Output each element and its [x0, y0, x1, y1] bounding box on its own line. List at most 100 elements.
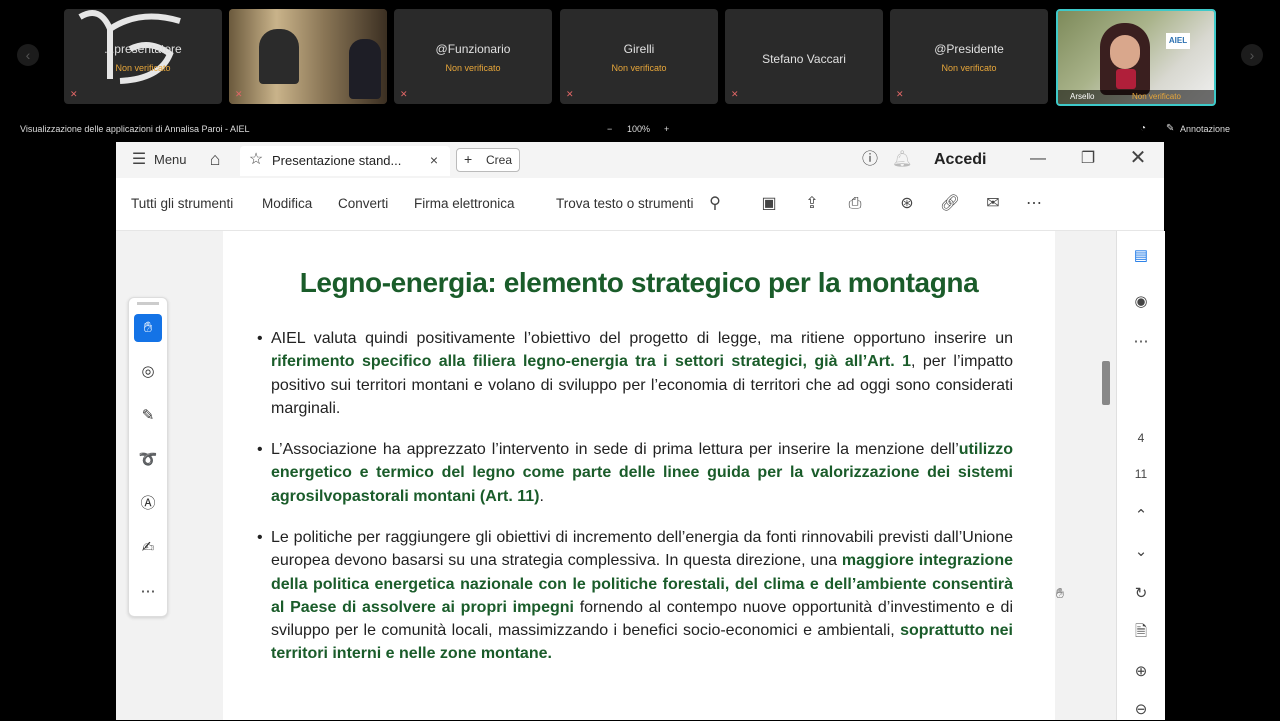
- participant-name: ...presentatore: [104, 42, 182, 56]
- print-icon[interactable]: ⎙: [844, 194, 866, 214]
- total-pages: 11: [1134, 467, 1148, 481]
- pdf-page: Legno-energia: elemento strategico per l…: [223, 231, 1055, 720]
- convert-button[interactable]: Converti: [338, 196, 388, 211]
- zoom-in-icon[interactable]: ⊕: [1129, 661, 1153, 683]
- vertical-scrollbar-thumb[interactable]: [1102, 361, 1110, 405]
- strip-prev-arrow[interactable]: ‹: [17, 44, 39, 66]
- refresh-icon[interactable]: ↻: [1129, 583, 1153, 605]
- ai-assistant-icon[interactable]: ⊛: [896, 194, 918, 214]
- edit-button[interactable]: Modifica: [262, 196, 312, 211]
- zoom-in-button[interactable]: +: [664, 124, 669, 134]
- search-icon[interactable]: ⚲: [704, 194, 726, 214]
- bullet-marker: •: [257, 529, 263, 546]
- participant-tile-video[interactable]: ✕: [229, 9, 387, 104]
- draw-tool-icon[interactable]: ➰: [134, 446, 162, 474]
- participant-tile[interactable]: @Funzionario Non verificato ✕: [394, 9, 552, 104]
- mic-muted-icon: ✕: [566, 89, 574, 99]
- strip-next-arrow[interactable]: ›: [1241, 44, 1263, 66]
- tab-title: Presentazione stand...: [272, 153, 402, 168]
- create-button[interactable]: + Crea: [456, 148, 520, 172]
- left-tool-palette: ✋︎ ◎ ✎ ➰ Ⓐ ✍︎ ⋯: [128, 297, 168, 617]
- bullet-marker: •: [257, 330, 263, 347]
- aiel-logo: AIEL: [1166, 33, 1190, 49]
- highlight-tool-icon[interactable]: ✎: [134, 402, 162, 430]
- create-label: Crea: [486, 153, 513, 167]
- link-icon[interactable]: 🔗︎: [939, 194, 961, 214]
- bullet-paragraph-2: • L’Associazione ha apprezzato l’interve…: [257, 438, 1013, 508]
- menu-button[interactable]: Menu: [154, 152, 187, 167]
- mic-muted-icon: ✕: [400, 89, 408, 99]
- sign-in-button[interactable]: Accedi: [934, 151, 986, 169]
- highlight-run: riferimento specifico alla filiera legno…: [271, 353, 912, 371]
- text-run: AIEL valuta quindi positivamente l’obiet…: [271, 330, 1013, 347]
- bullet-marker: •: [257, 441, 263, 458]
- mic-muted-icon: ✕: [70, 89, 78, 99]
- comment-tool-icon[interactable]: ◎: [134, 358, 162, 386]
- mic-muted-icon: ✕: [235, 89, 243, 99]
- participant-name: @Funzionario: [435, 42, 511, 56]
- participant-status: Non verificato: [1132, 92, 1181, 101]
- comments-icon[interactable]: ◉: [1129, 291, 1153, 313]
- more-tools-icon[interactable]: ⋯: [134, 578, 162, 606]
- text-tool-icon[interactable]: Ⓐ: [134, 490, 162, 518]
- tools-toolbar: Tutti gli strumenti Modifica Converti Fi…: [116, 178, 1164, 231]
- person-face: [1110, 35, 1140, 69]
- minimize-icon[interactable]: —: [1028, 149, 1048, 169]
- esign-button[interactable]: Firma elettronica: [414, 196, 515, 211]
- participant-name: Girelli: [623, 42, 655, 56]
- cloud-upload-icon[interactable]: ⇪: [801, 194, 823, 214]
- zoom-level: 100%: [627, 124, 651, 134]
- zoom-out-button[interactable]: −: [607, 124, 612, 134]
- help-icon[interactable]: ◔: [1140, 123, 1146, 134]
- page-view-icon[interactable]: ▣: [758, 194, 780, 214]
- close-window-icon[interactable]: ✕: [1128, 148, 1148, 168]
- annotation-button[interactable]: Annotazione: [1180, 124, 1230, 134]
- participant-tile[interactable]: @Presidente Non verificato ✕: [890, 9, 1048, 104]
- person-silhouette: [259, 29, 299, 84]
- home-icon[interactable]: ⌂: [204, 149, 226, 169]
- current-page-number[interactable]: 4: [1129, 427, 1153, 449]
- plus-icon: +: [464, 151, 473, 167]
- participant-status: Non verificato: [445, 63, 501, 73]
- sign-tool-icon[interactable]: ✍︎: [134, 534, 162, 562]
- hand-cursor-icon: ✋︎: [1056, 585, 1064, 601]
- palette-drag-handle[interactable]: [137, 302, 159, 305]
- right-rail: ▤ ◉ ⋯ 4 11 ⌃ ⌄ ↻ 🗎︎ ⊕ ⊖: [1116, 231, 1165, 720]
- bell-icon[interactable]: 🔔︎: [892, 150, 912, 170]
- star-icon[interactable]: ☆: [246, 150, 266, 170]
- zoom-out-icon[interactable]: ⊖: [1129, 699, 1153, 721]
- all-tools-button[interactable]: Tutti gli strumenti: [131, 196, 233, 211]
- participant-name: Arsello: [1070, 92, 1095, 101]
- close-tab-icon[interactable]: ×: [426, 150, 442, 170]
- share-status-bar: Visualizzazione delle applicazioni di An…: [0, 120, 1280, 140]
- document-tab[interactable]: ☆ Presentazione stand... ×: [240, 146, 450, 176]
- mic-muted-icon: ✕: [731, 89, 739, 99]
- pdf-viewer-window: ☰ Menu ⌂ ☆ Presentazione stand... × + Cr…: [116, 142, 1165, 720]
- person-clothing: [1116, 69, 1136, 89]
- title-bar: ☰ Menu ⌂ ☆ Presentazione stand... × + Cr…: [116, 142, 1164, 178]
- more-options-icon[interactable]: ⋯: [1023, 194, 1045, 214]
- participant-status: Non verificato: [611, 63, 667, 73]
- more-options-icon[interactable]: ⋯: [1129, 331, 1153, 353]
- generative-summary-icon[interactable]: ▤: [1129, 245, 1153, 267]
- restore-icon[interactable]: ❐: [1078, 149, 1098, 169]
- participant-tile[interactable]: Girelli Non verificato ✕: [560, 9, 718, 104]
- email-icon[interactable]: ✉: [982, 194, 1004, 214]
- annotation-icon[interactable]: ✎: [1166, 123, 1174, 134]
- page-thumbnail-icon[interactable]: 🗎︎: [1129, 621, 1153, 643]
- participant-tile-active[interactable]: AIEL Arsello Non verificato: [1056, 9, 1216, 106]
- share-label: Visualizzazione delle applicazioni di An…: [20, 124, 250, 134]
- hamburger-menu-icon[interactable]: ☰: [130, 150, 148, 170]
- person-silhouette: [349, 39, 381, 99]
- find-tools-field[interactable]: Trova testo o strumenti: [556, 196, 694, 211]
- help-icon[interactable]: ⓘ: [860, 150, 880, 170]
- mic-muted-icon: ✕: [896, 89, 904, 99]
- text-run: L’Associazione ha apprezzato l’intervent…: [271, 441, 959, 458]
- select-tool-icon[interactable]: ✋︎: [134, 314, 162, 342]
- bullet-paragraph-3: • Le politiche per raggiungere gli obiet…: [257, 526, 1013, 666]
- participant-tile[interactable]: Stefano Vaccari ✕: [725, 9, 883, 104]
- page-up-icon[interactable]: ⌃: [1129, 505, 1153, 527]
- page-down-icon[interactable]: ⌄: [1129, 541, 1153, 563]
- document-area: ✋︎ ◎ ✎ ➰ Ⓐ ✍︎ ⋯ Legno-energia: elemento …: [116, 231, 1165, 720]
- participant-tile[interactable]: ...presentatore Non verificato ✕: [64, 9, 222, 104]
